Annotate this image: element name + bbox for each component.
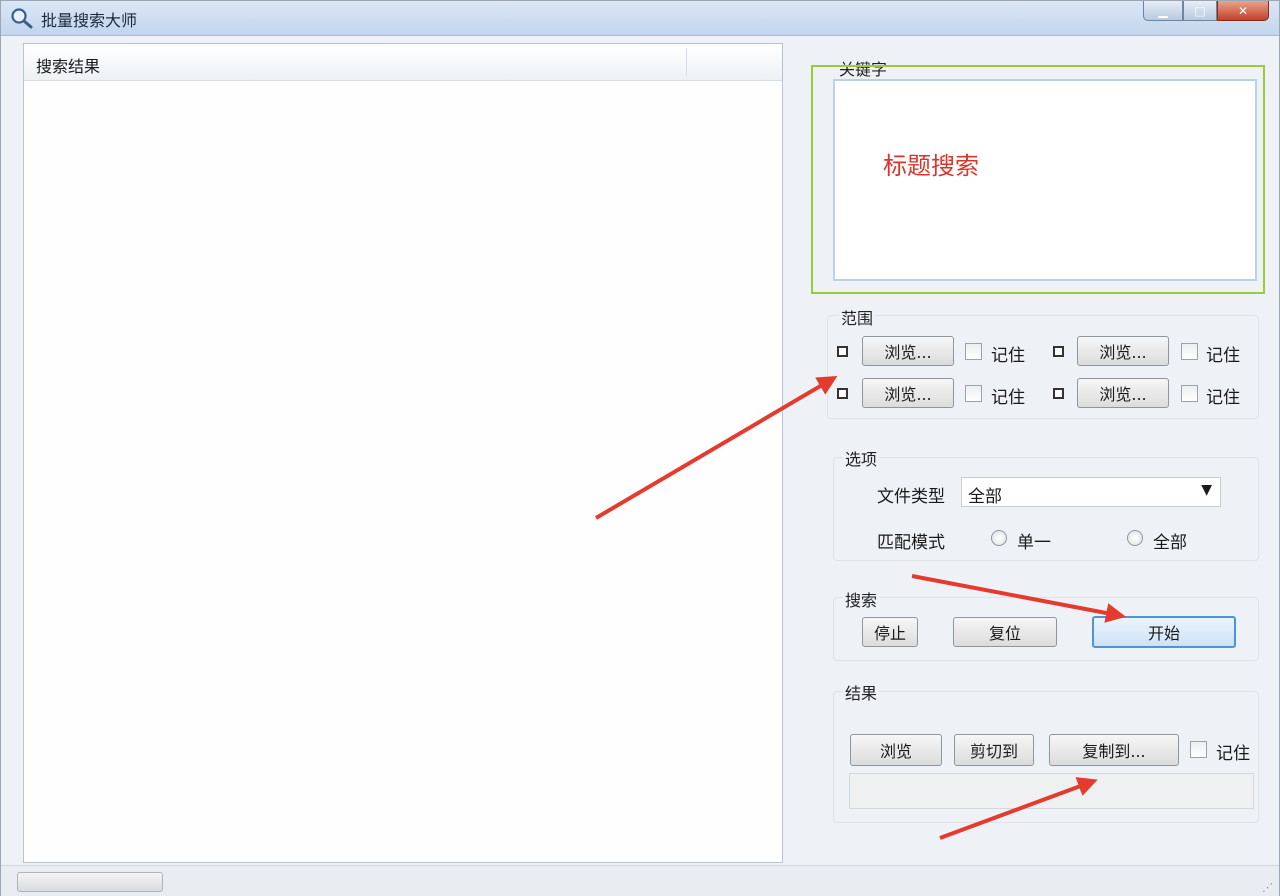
list-header: 搜索结果 [24, 44, 782, 81]
status-bar: ⋰ [1, 865, 1279, 896]
range-remember-checkbox-3[interactable] [965, 385, 982, 402]
file-type-label: 文件类型 [877, 487, 945, 507]
options-group-label: 选项 [843, 446, 880, 470]
range-browse-button-1[interactable]: 浏览... [862, 336, 954, 366]
match-mode-label: 匹配模式 [877, 533, 945, 553]
result-browse-button[interactable]: 浏览 [850, 734, 942, 766]
minimize-button[interactable]: ▁ [1143, 1, 1183, 21]
copy-to-button[interactable]: 复制到... [1049, 734, 1179, 766]
file-type-value: 全部 [968, 487, 1002, 507]
close-icon: ✕ [1237, 3, 1249, 18]
range-select-checkbox-2[interactable] [1053, 346, 1064, 357]
stop-button[interactable]: 停止 [862, 617, 918, 647]
range-remember-label-2: 记住 [1206, 346, 1240, 366]
column-header-results[interactable]: 搜索结果 [36, 53, 100, 77]
range-remember-label-3: 记住 [991, 388, 1025, 408]
cut-to-button[interactable]: 剪切到 [954, 734, 1034, 766]
range-select-checkbox-4[interactable] [1053, 388, 1064, 399]
minimize-icon: ▁ [1158, 3, 1168, 18]
range-group-label: 范围 [839, 305, 876, 329]
result-remember-checkbox[interactable] [1190, 741, 1207, 758]
result-group-label: 结果 [843, 680, 880, 704]
match-single-radio[interactable] [991, 530, 1007, 546]
magnifier-icon [11, 8, 33, 29]
range-remember-label-1: 记住 [991, 346, 1025, 366]
title-bar: 批量搜索大师 ▁ □ ✕ [1, 1, 1279, 36]
range-remember-label-4: 记住 [1206, 388, 1240, 408]
horizontal-scroll-thumb[interactable] [17, 872, 163, 892]
range-browse-button-2[interactable]: 浏览... [1077, 336, 1169, 366]
dropdown-arrow-icon: ▼ [1201, 482, 1212, 498]
result-remember-label: 记住 [1216, 744, 1250, 764]
column-separator[interactable] [686, 48, 687, 76]
maximize-icon: □ [1194, 3, 1206, 18]
search-results-list[interactable]: 搜索结果 [23, 43, 783, 863]
range-select-checkbox-1[interactable] [837, 346, 848, 357]
keyword-input-text: 标题搜索 [883, 152, 979, 180]
match-all-label: 全部 [1153, 533, 1187, 553]
close-button[interactable]: ✕ [1217, 1, 1269, 21]
start-button[interactable]: 开始 [1092, 616, 1236, 648]
range-browse-button-4[interactable]: 浏览... [1077, 378, 1169, 408]
resize-grip-icon[interactable]: ⋰ [1262, 881, 1273, 894]
maximize-button[interactable]: □ [1183, 1, 1217, 21]
match-all-radio[interactable] [1127, 530, 1143, 546]
search-group-label: 搜索 [843, 587, 880, 611]
range-browse-button-3[interactable]: 浏览... [862, 378, 954, 408]
reset-button[interactable]: 复位 [953, 617, 1057, 647]
result-progress-bar [849, 773, 1254, 809]
range-remember-checkbox-2[interactable] [1181, 343, 1198, 360]
main-window: 批量搜索大师 ▁ □ ✕ 搜索结果 关键字 标题搜索 范围 浏览... 记住 浏… [0, 0, 1280, 896]
file-type-select[interactable]: 全部 ▼ [961, 477, 1221, 507]
range-select-checkbox-3[interactable] [837, 388, 848, 399]
window-title: 批量搜索大师 [41, 11, 138, 30]
range-remember-checkbox-4[interactable] [1181, 385, 1198, 402]
match-single-label: 单一 [1017, 533, 1051, 553]
window-controls: ▁ □ ✕ [1143, 1, 1269, 23]
range-remember-checkbox-1[interactable] [965, 343, 982, 360]
